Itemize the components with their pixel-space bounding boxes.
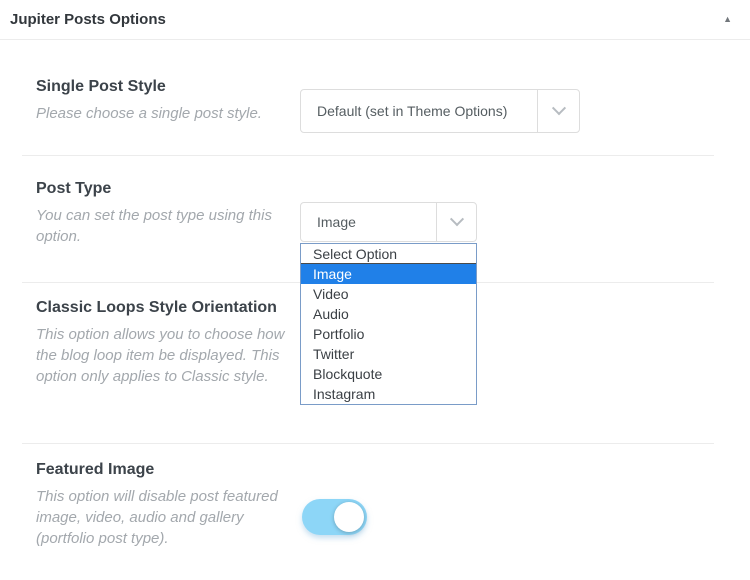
single-post-style-select[interactable]: Default (set in Theme Options): [300, 89, 580, 133]
collapse-toggle-icon[interactable]: ▲: [719, 11, 736, 28]
setting-heading: Single Post Style: [36, 78, 166, 95]
select-value: Image: [317, 214, 356, 230]
chevron-down-icon: [436, 203, 476, 241]
panel-header[interactable]: Jupiter Posts Options ▲: [0, 0, 750, 40]
setting-heading: Featured Image: [36, 461, 155, 478]
dropdown-option[interactable]: Instagram: [301, 384, 476, 404]
toggle-knob: [334, 502, 364, 532]
setting-description: You can set the post type using this opt…: [36, 207, 272, 245]
panel-title: Jupiter Posts Options: [10, 11, 166, 28]
section-divider: [22, 155, 714, 156]
dropdown-option[interactable]: Audio: [301, 304, 476, 324]
featured-image-toggle[interactable]: [302, 499, 367, 535]
dropdown-option[interactable]: Video: [301, 284, 476, 304]
dropdown-option[interactable]: Blockquote: [301, 364, 476, 384]
chevron-down-icon: [537, 90, 579, 132]
setting-row-post-type: Post Type You can set the post type usin…: [36, 178, 292, 247]
setting-heading: Classic Loops Style Orientation: [36, 299, 277, 316]
dropdown-option-selected[interactable]: Image: [301, 264, 476, 284]
dropdown-option[interactable]: Select Option: [301, 244, 476, 264]
setting-description: This option will disable post featured i…: [36, 488, 278, 547]
dropdown-option[interactable]: Portfolio: [301, 324, 476, 344]
jupiter-posts-options-panel: Jupiter Posts Options ▲ Single Post Styl…: [0, 0, 750, 580]
setting-description: This option allows you to choose how the…: [36, 326, 285, 385]
dropdown-option[interactable]: Twitter: [301, 344, 476, 364]
setting-row-single-post-style: Single Post Style Please choose a single…: [36, 76, 292, 124]
setting-row-featured-image: Featured Image This option will disable …: [36, 459, 292, 549]
setting-row-classic-loops-style-orientation: Classic Loops Style Orientation This opt…: [36, 297, 292, 387]
post-type-select[interactable]: Image: [300, 202, 477, 242]
section-divider: [22, 443, 714, 444]
setting-heading: Post Type: [36, 180, 112, 197]
select-value: Default (set in Theme Options): [317, 103, 508, 119]
post-type-dropdown-list: Select Option Image Video Audio Portfoli…: [300, 243, 477, 405]
setting-description: Please choose a single post style.: [36, 105, 262, 122]
